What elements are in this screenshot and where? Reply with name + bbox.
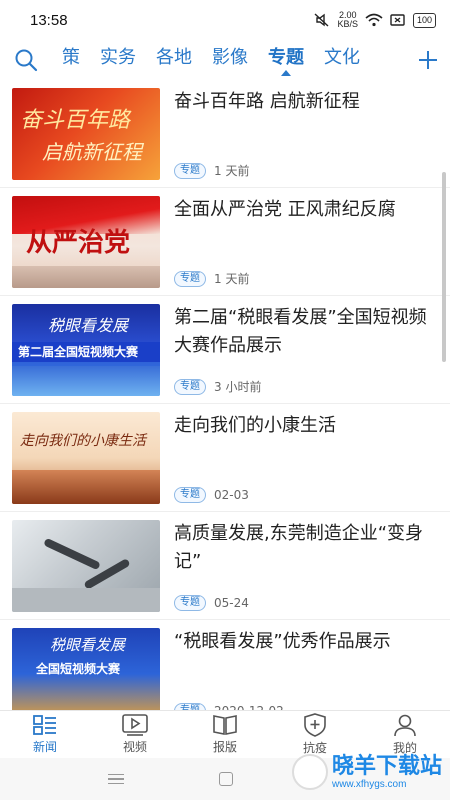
news-time: 1 天前: [214, 272, 250, 286]
nav-epidemic[interactable]: 抗疫: [270, 711, 360, 758]
topic-tag: 专题: [174, 595, 206, 611]
thumbnail-text: 从严治党: [26, 228, 131, 258]
mute-icon: [314, 13, 329, 27]
news-title: 奋斗百年路 启航新征程: [174, 91, 360, 112]
thumbnail-text: 启航新征程: [42, 140, 142, 164]
topic-tag: 专题: [174, 162, 206, 179]
plus-icon: [419, 51, 437, 69]
network-speed-unit: KB/S: [337, 19, 358, 29]
news-thumbnail: 走向我们的小康生活: [12, 412, 160, 504]
news-time: 02-03: [214, 488, 249, 502]
news-time: 3 小时前: [214, 380, 262, 394]
thumbnail-text: 税眼看发展: [48, 316, 129, 335]
wifi-icon: [365, 13, 383, 27]
news-title: 第二届“税眼看发展”全国短视频大赛作品展示: [174, 307, 427, 356]
thumbnail-text: 全国短视频大赛: [36, 662, 121, 676]
tabs: 策 实务 各地 影像 专题 文化: [52, 40, 406, 80]
tab-regions[interactable]: 各地: [146, 40, 202, 80]
add-tab-button[interactable]: [406, 40, 450, 80]
news-thumbnail: 奋斗百年路 启航新征程: [12, 88, 160, 180]
news-list: 奋斗百年路 启航新征程 奋斗百年路 启航新征程 专题 1 天前 从严治党 全面从…: [0, 80, 450, 710]
thumbnail-text: 税眼看发展: [50, 636, 126, 654]
topic-tag: 专题: [174, 378, 206, 395]
news-thumbnail: [12, 520, 160, 612]
shield-plus-icon: [304, 713, 326, 737]
news-item[interactable]: 高质量发展,东莞制造企业“变身记” 专题 05-24: [0, 512, 450, 620]
nav-news[interactable]: 新闻: [0, 711, 90, 758]
watermark-text: 晓羊下载站: [331, 753, 442, 779]
signal-error-icon: [390, 14, 405, 26]
status-icons: 2.00 KB/S 100: [314, 11, 436, 29]
scrollbar[interactable]: [442, 172, 446, 362]
news-title: “税眼看发展”优秀作品展示: [174, 631, 391, 652]
thumbnail-text: 奋斗百年路: [20, 108, 131, 133]
news-item[interactable]: 奋斗百年路 启航新征程 奋斗百年路 启航新征程 专题 1 天前: [0, 80, 450, 188]
bottom-navigation: 新闻 视频 报版 抗疫 我的: [0, 710, 450, 758]
nav-label: 报版: [212, 740, 237, 754]
news-thumbnail: 从严治党: [12, 196, 160, 288]
thumbnail-text: 第二届全国短视频大赛: [12, 342, 160, 362]
tab-images[interactable]: 影像: [202, 40, 258, 80]
tab-topics[interactable]: 专题: [258, 40, 314, 80]
tab-culture[interactable]: 文化: [314, 40, 370, 80]
news-thumbnail: 税眼看发展 全国短视频大赛: [12, 628, 160, 710]
news-title: 高质量发展,东莞制造企业“变身记”: [174, 523, 424, 572]
watermark-url: www.xfhygs.com: [331, 778, 407, 790]
status-time: 13:58: [30, 11, 68, 29]
search-icon: [15, 49, 38, 72]
battery-indicator: 100: [412, 12, 436, 28]
category-tab-bar: 策 实务 各地 影像 专题 文化: [0, 40, 450, 80]
news-item[interactable]: 税眼看发展 全国短视频大赛 “税眼看发展”优秀作品展示 专题 2020-12-0…: [0, 620, 450, 710]
news-time: 05-24: [214, 596, 249, 610]
news-icon: [33, 715, 56, 735]
news-time: 1 天前: [214, 164, 250, 178]
thumbnail-text: 走向我们的小康生活: [20, 433, 146, 449]
video-icon: [122, 714, 148, 736]
newspaper-icon: [213, 715, 237, 735]
topic-tag: 专题: [174, 703, 206, 710]
watermark: 晓羊下载站 www.xfhygs.com: [291, 753, 442, 790]
tab-policy[interactable]: 策: [52, 40, 90, 80]
tab-practice[interactable]: 实务: [90, 40, 146, 80]
user-icon: [394, 714, 416, 737]
network-speed: 2.00 KB/S: [337, 11, 358, 29]
nav-profile[interactable]: 我的: [360, 711, 450, 758]
news-item[interactable]: 税眼看发展 第二届全国短视频大赛 第二届“税眼看发展”全国短视频大赛作品展示 专…: [0, 296, 450, 404]
news-title: 走向我们的小康生活: [174, 415, 336, 436]
news-item[interactable]: 走向我们的小康生活 走向我们的小康生活 专题 02-03: [0, 404, 450, 512]
nav-label: 新闻: [32, 740, 57, 754]
nav-label: 视频: [122, 740, 147, 754]
news-thumbnail: 税眼看发展 第二届全国短视频大赛: [12, 304, 160, 396]
watermark-logo: [291, 754, 328, 790]
home-button[interactable]: [218, 772, 233, 786]
nav-newspaper[interactable]: 报版: [180, 711, 270, 758]
recent-apps-button[interactable]: [107, 774, 124, 784]
nav-video[interactable]: 视频: [90, 711, 180, 758]
topic-tag: 专题: [174, 487, 206, 503]
topic-tag: 专题: [174, 270, 206, 287]
status-bar: 13:58 2.00 KB/S 100: [0, 0, 450, 40]
search-button[interactable]: [0, 40, 52, 80]
news-title: 全面从严治党 正风肃纪反腐: [174, 199, 396, 220]
news-item[interactable]: 从严治党 全面从严治党 正风肃纪反腐 专题 1 天前: [0, 188, 450, 296]
